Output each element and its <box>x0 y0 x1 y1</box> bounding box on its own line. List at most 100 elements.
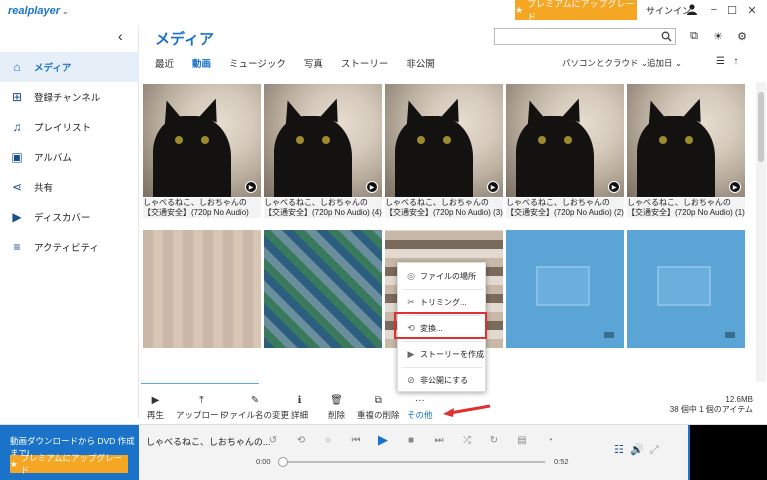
play-action-button[interactable]: ▶ 再生 <box>147 395 164 423</box>
replay-icon[interactable]: ⟲ <box>294 433 308 447</box>
loop-icon[interactable]: ○ <box>321 433 335 447</box>
menu-item-make-private[interactable]: ⊘ 非公開にする <box>398 369 487 391</box>
tab-photos[interactable]: 写真 <box>304 56 323 70</box>
tab-video[interactable]: 動画 <box>192 56 211 70</box>
play-badge-icon[interactable]: ▶ <box>366 181 378 193</box>
promo-panel: 動画ダウンロードから DVD 作成まで! ★ プレミアムにアップグレード <box>0 425 139 480</box>
highlight-annotation <box>394 312 487 339</box>
rewind-10-icon[interactable]: ↺ <box>266 433 280 447</box>
cast-icon[interactable]: ⧉ <box>687 29 701 43</box>
menu-item-create-story[interactable]: ▶ ストーリーを作成 <box>398 343 487 365</box>
sidebar-item-playlists[interactable]: ♫ プレイリスト <box>0 112 139 142</box>
video-caption: しゃべるねこ、しおちゃんの【交通安全】(720p No Audio) <box>143 198 261 218</box>
video-thumbnail[interactable]: ▶ <box>506 84 624 197</box>
details-action-button[interactable]: ℹ 詳細 <box>291 395 308 423</box>
tab-recent[interactable]: 最近 <box>155 56 174 70</box>
video-thumbnail[interactable] <box>506 230 624 348</box>
video-card[interactable]: ▶ しゃべるねこ、しおちゃんの【交通安全】(720p No Audio) (2) <box>506 84 624 218</box>
promo-upgrade-button[interactable]: ★ プレミアムにアップグレード <box>10 453 128 475</box>
tab-stories[interactable]: ストーリー <box>341 56 389 70</box>
video-card[interactable]: ▶ しゃべるねこ、しおちゃんの【交通安全】(720p No Audio) (4) <box>264 84 382 218</box>
premium-upgrade-button[interactable]: ★ プレミアムにアップグレード <box>515 0 637 22</box>
player-right-controls: ☷ 🔊 ⤢ <box>614 443 659 457</box>
sort-direction-icon[interactable]: ↑ <box>733 56 738 67</box>
video-card[interactable] <box>264 230 382 348</box>
maximize-button[interactable]: ☐ <box>724 2 740 18</box>
seek-bar[interactable] <box>283 461 545 463</box>
expand-icon[interactable]: ⤢ <box>650 444 659 456</box>
sidebar-item-activity[interactable]: ≡ アクティビティ <box>0 232 139 262</box>
search-input[interactable] <box>494 28 676 45</box>
sidebar-item-share[interactable]: ⋖ 共有 <box>0 172 139 202</box>
sort-select[interactable]: 追加日 ⌄ <box>647 57 682 69</box>
play-badge-icon[interactable]: ▶ <box>608 181 620 193</box>
collapse-sidebar-icon[interactable]: ‹ <box>118 28 123 44</box>
play-badge-icon[interactable]: ▶ <box>245 181 257 193</box>
gear-icon[interactable]: ⚙ <box>735 29 749 43</box>
video-card[interactable] <box>506 230 624 348</box>
tab-private[interactable]: 非公開 <box>406 56 435 70</box>
video-thumbnail[interactable]: ▶ <box>627 84 745 197</box>
remove-duplicates-action-button[interactable]: ⧉ 重複の削除 <box>357 395 400 423</box>
menu-item-file-location[interactable]: ◎ ファイルの場所 <box>398 265 487 287</box>
speed-icon[interactable]: ◔ <box>543 433 557 447</box>
stop-icon[interactable]: ■ <box>404 433 418 447</box>
seek-knob[interactable] <box>278 457 288 467</box>
minimize-button[interactable]: − <box>706 2 722 18</box>
scroll-thumb[interactable] <box>758 92 764 162</box>
video-thumbnail[interactable]: ▶ <box>264 84 382 197</box>
volume-icon[interactable]: 🔊 <box>630 444 644 456</box>
equalizer-icon[interactable]: ☷ <box>614 444 624 456</box>
delete-action-button[interactable]: 🗑 削除 <box>328 395 345 423</box>
more-icon: ··· <box>414 395 425 406</box>
chevron-down-icon: ⌄ <box>61 7 69 16</box>
signin-link[interactable]: サインイン <box>646 4 691 17</box>
brightness-icon[interactable]: ☀ <box>711 29 725 43</box>
video-card[interactable]: ▶ しゃべるねこ、しおちゃんの【交通安全】(720p No Audio) (3) <box>385 84 503 218</box>
now-playing-title: しゃべるねこ、しおちゃんの... <box>146 437 271 447</box>
video-thumbnail[interactable] <box>143 230 261 348</box>
storage-info: 12.6MB 38 個中 1 個のアイテム <box>669 395 753 414</box>
video-card[interactable]: ▶ しゃべるねこ、しおちゃんの【交通安全】(720p No Audio) <box>143 84 261 218</box>
sidebar: ‹ ⌂ メディア ⊞ 登録チャンネル ♫ プレイリスト ▣ アルバム ⋖ 共有 … <box>0 26 139 418</box>
grid-scrollbar[interactable] <box>756 82 766 382</box>
next-icon[interactable]: ⏭ <box>432 433 446 447</box>
previous-icon[interactable]: ⏮ <box>349 433 363 447</box>
sidebar-item-discover[interactable]: ▶ ディスカバー <box>0 202 139 232</box>
menu-item-trim[interactable]: ✂ トリミング... <box>398 291 487 313</box>
sidebar-item-albums[interactable]: ▣ アルバム <box>0 142 139 172</box>
album-icon: ▣ <box>11 150 23 164</box>
folder-target-icon: ◎ <box>407 270 415 281</box>
video-card[interactable] <box>627 230 745 348</box>
video-card[interactable] <box>143 230 261 348</box>
play-badge-icon[interactable]: ▶ <box>487 181 499 193</box>
sidebar-item-media[interactable]: ⌂ メディア <box>0 52 139 82</box>
shuffle-icon[interactable]: ⤮ <box>460 433 474 447</box>
video-thumbnail[interactable] <box>264 230 382 348</box>
realplayer-logo[interactable]: realplayer ⌄ <box>8 5 69 17</box>
video-card[interactable]: ▶ しゃべるねこ、しおちゃんの【交通安全】(720p No Audio) (1) <box>627 84 745 218</box>
source-select[interactable]: パソコンとクラウド ⌄ <box>562 57 648 69</box>
close-button[interactable]: ✕ <box>744 2 760 18</box>
rename-action-button[interactable]: ✎ ファイル名の変更 <box>221 395 289 423</box>
tab-music[interactable]: ミュージック <box>229 56 286 70</box>
media-tabs: 最近 動画 ミュージック 写真 ストーリー 非公開 <box>155 56 453 70</box>
more-action-button[interactable]: ··· その他 <box>407 395 433 423</box>
play-pause-button[interactable]: ▶ <box>376 432 390 447</box>
list-view-icon[interactable]: ☰ <box>716 56 725 67</box>
play-icon: ▶ <box>151 395 160 406</box>
pencil-icon: ✎ <box>250 395 260 406</box>
user-icon[interactable] <box>686 3 698 15</box>
video-thumbnail[interactable]: ▶ <box>385 84 503 197</box>
story-icon: ▶ <box>407 348 415 359</box>
upload-action-button[interactable]: ⤒ アップロード <box>176 395 227 423</box>
sidebar-item-channels[interactable]: ⊞ 登録チャンネル <box>0 82 139 112</box>
plus-square-icon: ⊞ <box>11 90 23 104</box>
video-caption: しゃべるねこ、しおちゃんの【交通安全】(720p No Audio) (3) <box>385 198 503 218</box>
forward-10-icon[interactable]: ↻ <box>487 433 501 447</box>
subtitles-icon[interactable]: ▤ <box>515 433 529 447</box>
video-preview-pane[interactable] <box>688 425 767 480</box>
play-badge-icon[interactable]: ▶ <box>729 181 741 193</box>
video-thumbnail[interactable] <box>627 230 745 348</box>
video-thumbnail[interactable]: ▶ <box>143 84 261 197</box>
